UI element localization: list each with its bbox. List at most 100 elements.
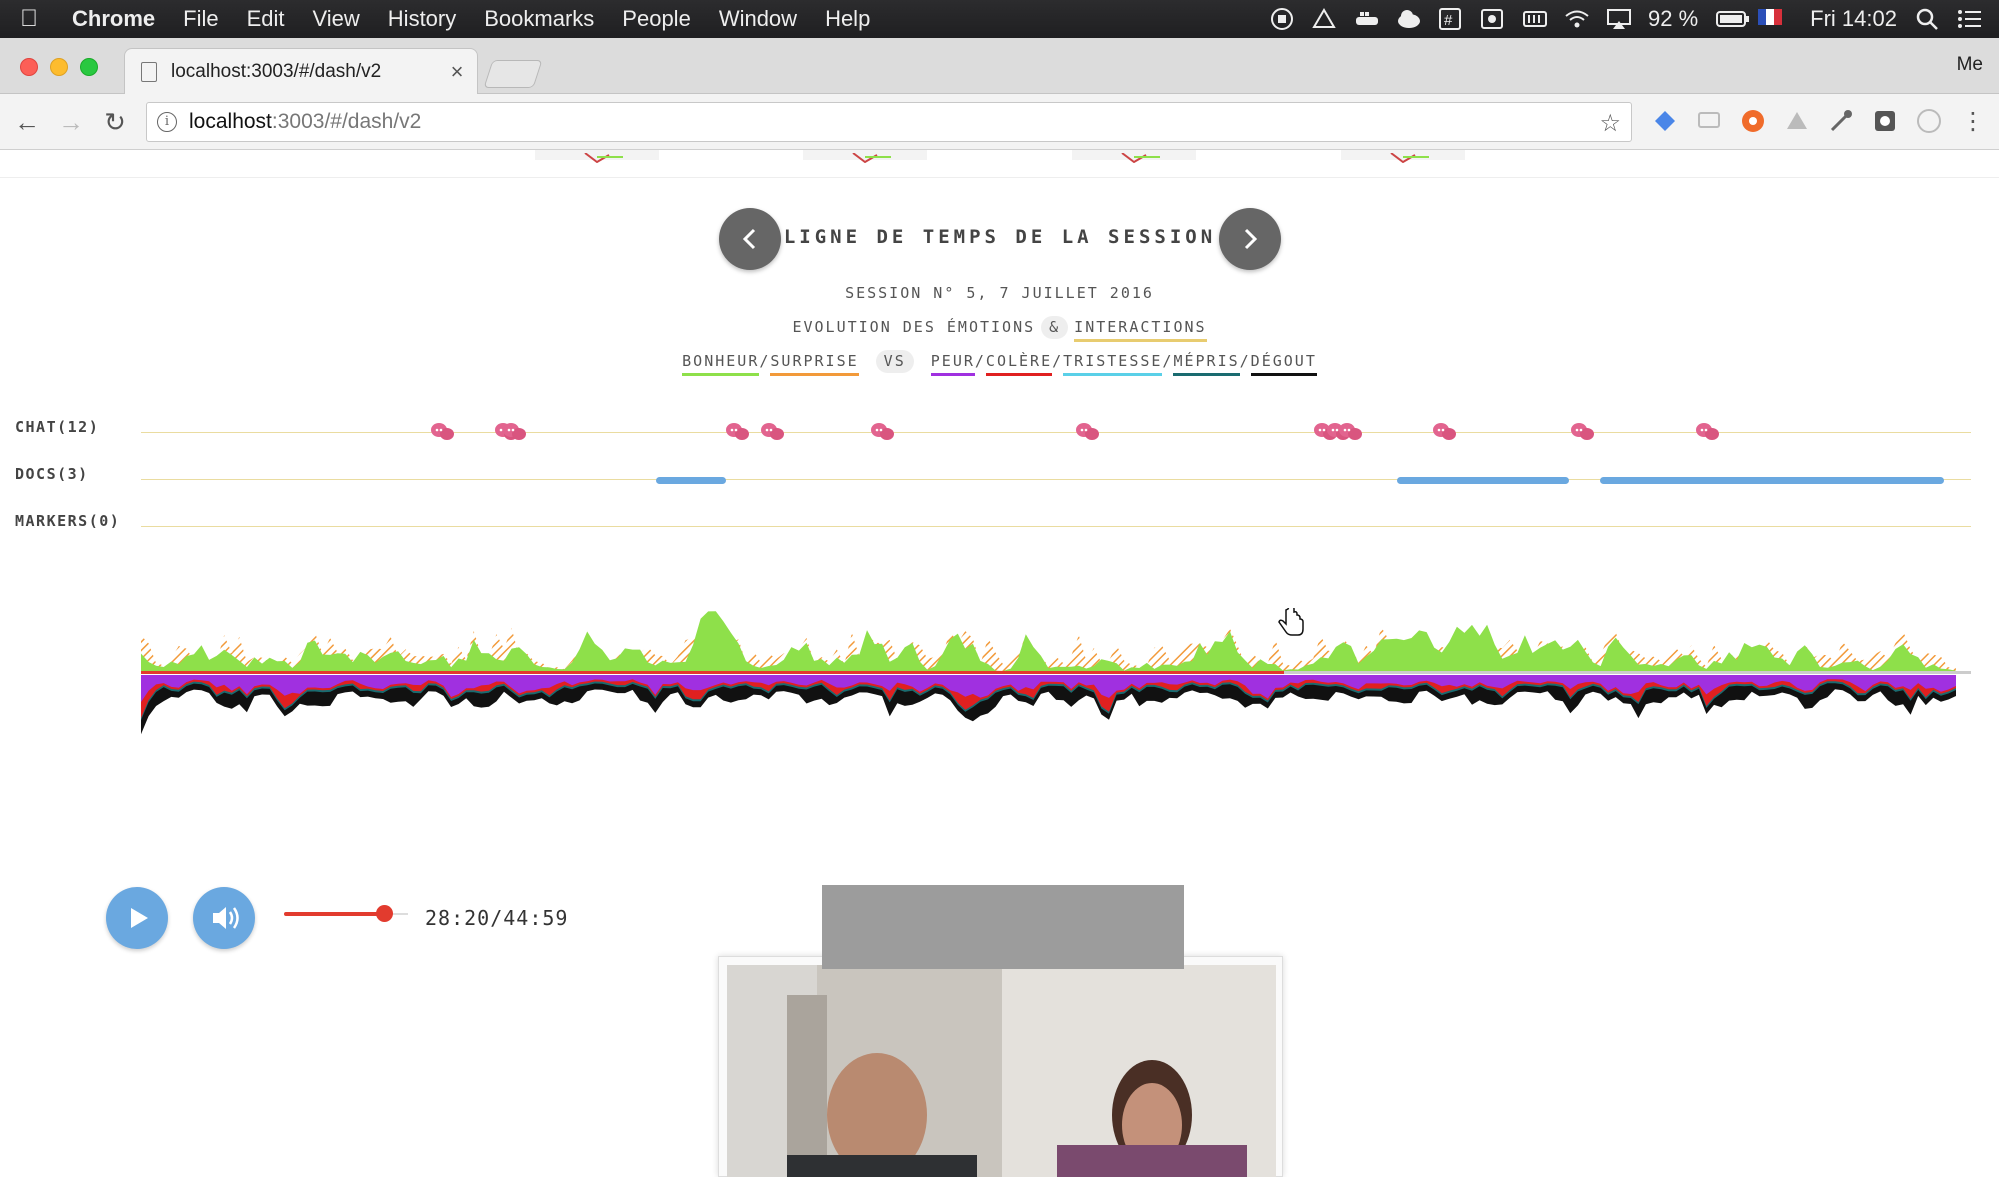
session-subtitle: SESSION N° 5, 7 JUILLET 2016: [845, 284, 1154, 302]
extension-cast-icon[interactable]: [1696, 108, 1722, 134]
markers-row-label: MARKERS(0): [15, 512, 121, 530]
address-bar[interactable]: i localhost:3003/#/dash/v2 ☆: [146, 102, 1632, 142]
tab-close-icon[interactable]: ×: [437, 59, 477, 85]
docs-row-label: DOCS(3): [15, 465, 89, 483]
svg-text:#: #: [1444, 12, 1453, 29]
apple-menu-icon[interactable]: : [0, 5, 58, 33]
markers-row-line: [141, 526, 1971, 527]
extension-drive-icon[interactable]: [1784, 108, 1810, 134]
chat-bubble-icon[interactable]: [430, 422, 456, 442]
legend-surprise[interactable]: SURPRISE: [770, 352, 859, 376]
tab-title: localhost:3003/#/dash/v2: [171, 60, 382, 82]
site-info-icon[interactable]: i: [157, 112, 177, 132]
menu-help[interactable]: Help: [811, 6, 884, 32]
menu-history[interactable]: History: [374, 6, 470, 32]
extension-circle-icon[interactable]: [1916, 108, 1942, 134]
profile-button[interactable]: Me: [1957, 54, 1983, 76]
back-arrow-icon[interactable]: ←: [12, 108, 42, 138]
legend-peur[interactable]: PEUR: [930, 352, 975, 376]
legend-mepris[interactable]: MÉPRIS: [1173, 352, 1240, 376]
menu-file[interactable]: File: [169, 6, 232, 32]
volume-button[interactable]: [193, 887, 255, 949]
playback-progress-line: [141, 671, 1284, 674]
emotion-legend: BONHEUR/SURPRISE VS PEUR/COLÈRE/TRISTESS…: [0, 350, 1999, 376]
mini-chart-2: [803, 150, 927, 164]
chat-bubble-icon[interactable]: [1695, 422, 1721, 442]
menu-window[interactable]: Window: [705, 6, 811, 32]
doc-event[interactable]: [656, 477, 726, 484]
emotion-stream-chart[interactable]: [0, 570, 1999, 770]
window-zoom-button[interactable]: [80, 58, 98, 76]
menu-view[interactable]: View: [299, 6, 374, 32]
forward-arrow-icon[interactable]: →: [56, 108, 86, 138]
video-frame-image: [727, 965, 1276, 1177]
doc-event[interactable]: [1600, 477, 1944, 484]
airplay-icon[interactable]: [1606, 7, 1632, 31]
window-minimize-button[interactable]: [50, 58, 68, 76]
volume-slider-fill[interactable]: [284, 912, 384, 916]
extension-shield-icon[interactable]: [1872, 108, 1898, 134]
window-close-button[interactable]: [20, 58, 38, 76]
chat-bubble-icon[interactable]: [870, 422, 896, 442]
legend-tristesse[interactable]: TRISTESSE: [1063, 352, 1163, 376]
memory-icon[interactable]: [1522, 7, 1548, 31]
legend-colere[interactable]: COLÈRE: [985, 352, 1053, 376]
drive-icon[interactable]: [1312, 7, 1336, 31]
browser-tab[interactable]: localhost:3003/#/dash/v2 ×: [124, 48, 478, 94]
extension-orange-icon[interactable]: [1740, 108, 1766, 134]
play-button[interactable]: [106, 887, 168, 949]
ampersand-badge: &: [1041, 316, 1069, 339]
macos-menubar:  Chrome File Edit View History Bookmark…: [0, 0, 1999, 38]
new-tab-button[interactable]: [483, 60, 543, 88]
chat-bubble-icon[interactable]: [725, 422, 751, 442]
hash-app-icon[interactable]: #: [1438, 7, 1462, 31]
bookmark-star-icon[interactable]: ☆: [1599, 109, 1621, 138]
notification-center-icon[interactable]: [1957, 7, 1981, 31]
chrome-menu-icon[interactable]: ⋮: [1958, 108, 1988, 138]
mini-chart-3: [1072, 150, 1196, 164]
redaction-box: [822, 885, 1184, 969]
chat-bubble-icon[interactable]: [1432, 422, 1458, 442]
spotlight-search-icon[interactable]: [1915, 7, 1939, 31]
cloud-icon[interactable]: [1396, 7, 1421, 31]
doc-event[interactable]: [1397, 477, 1569, 484]
chevron-right-icon: [1244, 228, 1258, 250]
previous-session-button[interactable]: [719, 208, 781, 270]
interactions-label[interactable]: INTERACTIONS: [1074, 318, 1207, 342]
menu-people[interactable]: People: [608, 6, 705, 32]
chat-bubble-icon[interactable]: [1338, 422, 1364, 442]
chat-bubble-icon[interactable]: [502, 422, 528, 442]
chat-bubble-icon[interactable]: [760, 422, 786, 442]
wifi-icon[interactable]: [1564, 7, 1589, 31]
playback-time: 28:20/44:59: [425, 906, 569, 930]
menubar-clock[interactable]: Fri 14:02: [1810, 6, 1897, 32]
webcam-video[interactable]: [727, 965, 1276, 1177]
timeline-title: LIGNE DE TEMPS DE LA SESSION: [783, 226, 1217, 248]
next-session-button[interactable]: [1219, 208, 1281, 270]
play-icon: [131, 908, 148, 928]
screen-record-icon[interactable]: [1480, 7, 1504, 31]
legend-degout[interactable]: DÉGOUT: [1250, 352, 1317, 376]
menu-app-name[interactable]: Chrome: [58, 6, 169, 32]
menu-bookmarks[interactable]: Bookmarks: [470, 6, 608, 32]
legend-sep: /: [1239, 352, 1251, 370]
docker-icon[interactable]: [1354, 7, 1379, 31]
video-panel[interactable]: [718, 956, 1283, 1177]
evolution-label: EVOLUTION DES ÉMOTIONS: [792, 318, 1036, 336]
dashboard-page: LIGNE DE TEMPS DE LA SESSION SESSION N° …: [0, 150, 1999, 1177]
extension-blue-icon[interactable]: [1652, 108, 1678, 134]
chat-bubble-icon[interactable]: [1570, 422, 1596, 442]
chat-bubble-icon[interactable]: [1075, 422, 1101, 442]
input-source-flag-icon[interactable]: [1758, 7, 1783, 31]
record-icon[interactable]: [1270, 7, 1294, 31]
menu-edit[interactable]: Edit: [233, 6, 299, 32]
browser-tab-strip: localhost:3003/#/dash/v2 × Me: [0, 38, 1999, 94]
legend-bonheur[interactable]: BONHEUR: [682, 352, 760, 376]
volume-slider-handle[interactable]: [376, 905, 393, 922]
extension-eyedropper-icon[interactable]: [1828, 108, 1854, 134]
battery-icon[interactable]: [1716, 7, 1750, 31]
speaker-icon: [213, 907, 239, 929]
legend-sep: /: [974, 352, 986, 370]
reload-icon[interactable]: ↻: [100, 108, 130, 138]
evolution-line: EVOLUTION DES ÉMOTIONS & INTERACTIONS: [0, 316, 1999, 342]
